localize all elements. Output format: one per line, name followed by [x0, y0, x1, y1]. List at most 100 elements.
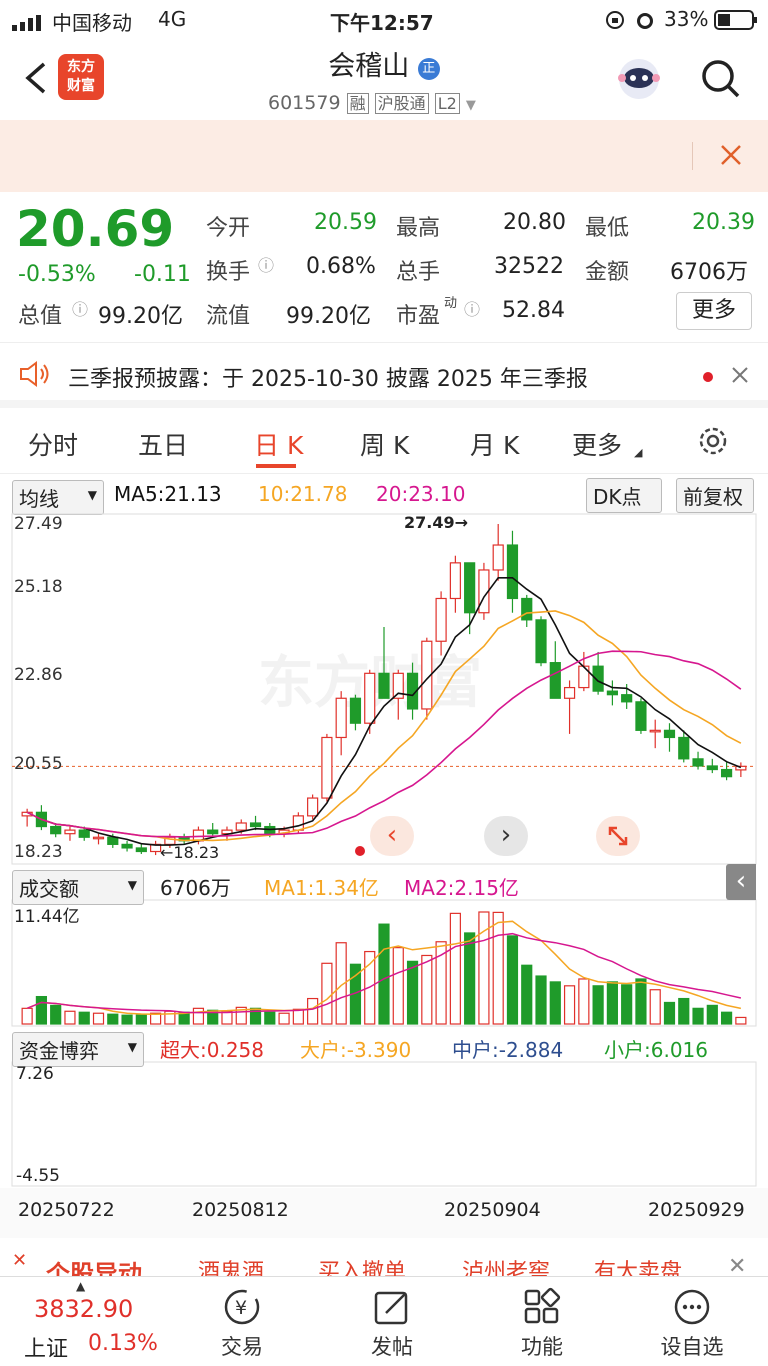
candle-body — [378, 672, 390, 699]
candle-body — [50, 825, 62, 835]
dropdown-arrow-icon: ▼ — [127, 1040, 137, 1054]
date-label: 20250812 — [192, 1199, 289, 1221]
funds-small: 小户:6.016 — [604, 1038, 708, 1062]
candle-body — [464, 562, 476, 614]
open-value: 20.59 — [314, 210, 377, 235]
dropdown-arrow-icon: ▼ — [127, 878, 137, 892]
gear-icon[interactable] — [696, 424, 730, 462]
candle-body — [307, 797, 319, 817]
expand-icon[interactable] — [596, 816, 640, 856]
up-arrow-icon: ▲ — [76, 1279, 86, 1293]
tab-five-day[interactable]: 五日 — [138, 426, 188, 462]
more-button[interactable]: 更多 — [676, 292, 752, 330]
candle-body — [121, 843, 133, 849]
index-value[interactable]: 3832.90 — [34, 1295, 133, 1323]
turnover-label: 换手 — [206, 260, 251, 285]
adjust-button[interactable]: 前复权 — [676, 478, 754, 513]
stock-code-line: 601579 融 沪股通 L2 ▼ — [268, 90, 476, 114]
ma5-legend: MA5:21.13 — [114, 482, 222, 506]
edit-icon — [374, 1291, 408, 1325]
volume-bar — [135, 1014, 147, 1025]
candle-body — [706, 765, 718, 771]
volume-select[interactable]: 成交额 ▼ — [12, 870, 144, 905]
candle-body — [535, 619, 547, 664]
orientation-lock-icon — [604, 9, 626, 36]
quote-panel: 20.69 -0.53% -0.11 今开 20.59 最高 20.80 最低 … — [0, 192, 768, 342]
volume-bar — [107, 1013, 119, 1025]
volume-bar — [378, 923, 390, 1025]
candle-body — [492, 544, 504, 571]
close-icon[interactable] — [718, 142, 744, 172]
status-bar: 中国移动 4G 下午12:57 33% — [0, 0, 768, 38]
funds-axis-min: -4.55 — [16, 1166, 60, 1186]
dk-point-button[interactable]: DK点 — [586, 478, 662, 513]
active-tab-indicator — [256, 464, 296, 468]
ticker-item[interactable]: 酒鬼酒 — [198, 1254, 264, 1276]
candle-body — [321, 736, 333, 799]
tab-daily-k[interactable]: 日 K — [254, 426, 303, 462]
close-icon[interactable]: ✕ — [728, 1254, 746, 1276]
date-label: 20250929 — [648, 1199, 745, 1221]
dropdown-arrow-icon: ▼ — [87, 488, 97, 502]
open-label: 今开 — [206, 216, 251, 241]
volume-value: 32522 — [494, 254, 564, 279]
candle-body — [649, 729, 661, 733]
info-icon[interactable]: ⓘ — [464, 296, 480, 320]
ad-banner[interactable] — [0, 120, 768, 192]
collapse-panel-button[interactable]: ‹ — [726, 864, 756, 900]
volume-bar — [521, 964, 533, 1025]
volume-bar — [35, 995, 48, 1025]
robot-assistant-icon[interactable] — [614, 54, 664, 108]
volume-bar — [307, 997, 319, 1025]
ticker-item[interactable]: 泸州老窖 — [462, 1254, 550, 1276]
close-icon[interactable] — [730, 365, 750, 389]
info-icon[interactable]: ⓘ — [258, 252, 274, 276]
tab-monthly-k[interactable]: 月 K — [470, 426, 519, 462]
high-marker-label: 27.49→ — [404, 513, 469, 532]
search-icon[interactable] — [700, 58, 742, 104]
low-value: 20.39 — [692, 210, 755, 235]
stock-code: 601579 — [268, 92, 341, 114]
chevron-down-icon[interactable]: ✕ — [12, 1250, 27, 1271]
float-cap-value: 99.20亿 — [286, 304, 371, 329]
signal-icon — [12, 12, 46, 36]
tab-more[interactable]: 更多 — [572, 426, 622, 462]
candle-body — [692, 758, 704, 767]
stock-header: 东方 财富 会稽山 正 601579 融 沪股通 L2 ▼ — [0, 38, 768, 120]
market-cap-value: 99.20亿 — [98, 304, 183, 329]
pe-sup: 动 — [444, 296, 458, 311]
amount-label: 金额 — [585, 260, 630, 285]
event-dot — [355, 846, 365, 856]
ticker-item[interactable]: 买入撤单 — [318, 1254, 406, 1276]
ticker-item[interactable]: 有大卖盘 — [594, 1254, 682, 1276]
candle-body — [78, 829, 90, 838]
low-marker-label: ←18.23 — [160, 843, 220, 862]
info-icon[interactable]: ⓘ — [72, 296, 88, 320]
volume-bar — [21, 1007, 33, 1025]
scroll-right-button[interactable]: › — [484, 816, 528, 856]
candle-body — [335, 697, 347, 739]
high-value: 20.80 — [503, 210, 566, 235]
notice-bar[interactable]: 三季报预披露：于 2025-10-30 披露 2025 年三季报 — [0, 342, 768, 408]
battery-icon — [714, 9, 758, 36]
clock-text: 下午12:57 — [330, 11, 434, 35]
corner-triangle-icon: ◢ — [634, 446, 643, 459]
volume-bar — [264, 1011, 276, 1025]
more-dots-icon — [674, 1289, 710, 1325]
tab-intraday[interactable]: 分时 — [28, 426, 78, 462]
date-label: 20250722 — [18, 1199, 115, 1221]
verified-badge: 正 — [417, 58, 440, 80]
dropdown-arrow-icon[interactable]: ▼ — [466, 98, 476, 113]
price-axis-2: 25.18 — [14, 577, 63, 597]
funds-select[interactable]: 资金博弈 ▼ — [12, 1032, 144, 1067]
tag-margin: 融 — [346, 93, 369, 114]
price-axis-min: 18.23 — [14, 842, 63, 862]
news-ticker[interactable]: ✕ 个股异动 酒鬼酒 买入撤单 泸州老窖 有大卖盘 ✕ — [0, 1240, 768, 1276]
last-price: 20.69 — [16, 200, 175, 258]
volume-bar — [492, 911, 504, 1025]
volume-bar — [535, 975, 547, 1025]
volume-bar — [649, 989, 661, 1025]
scroll-left-button[interactable]: ‹ — [370, 816, 414, 856]
volume-bar — [78, 1011, 90, 1025]
tab-weekly-k[interactable]: 周 K — [360, 426, 409, 462]
